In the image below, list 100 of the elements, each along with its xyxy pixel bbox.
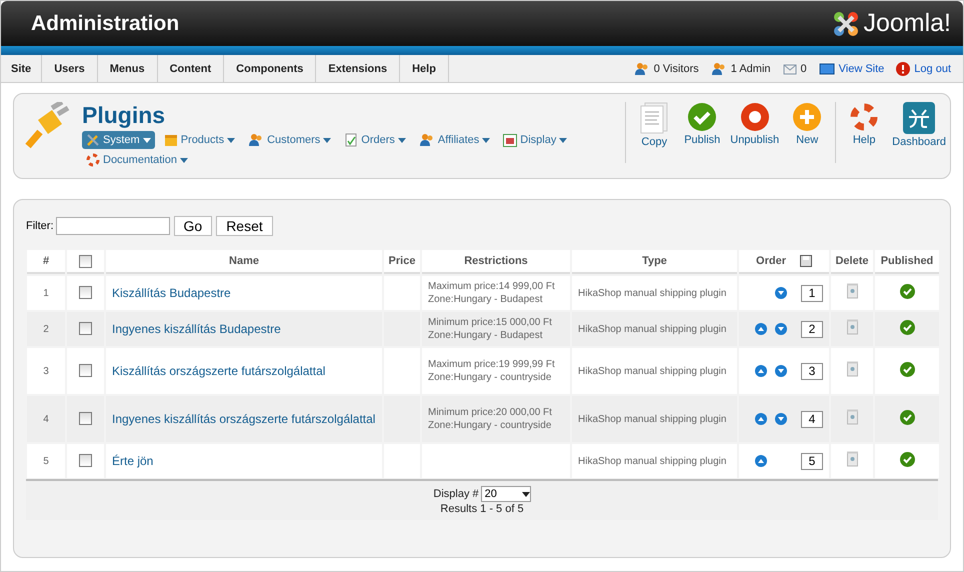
results-text: Results 1 - 5 of 5 <box>440 503 524 515</box>
checkbox[interactable] <box>79 454 92 468</box>
menu-item[interactable]: Components <box>224 55 316 82</box>
box-icon <box>164 133 178 147</box>
toolbar-button[interactable]: Dashboard <box>888 102 950 178</box>
order-field[interactable]: 5 <box>801 452 823 470</box>
status-link[interactable]: Log out <box>896 62 951 76</box>
submenu-item[interactable]: Affiliates <box>414 131 494 149</box>
table-cell-text: HikaShop manual shipping plugin <box>577 412 728 426</box>
column-header: Delete <box>831 250 873 274</box>
person-icon <box>710 62 727 76</box>
order-field[interactable]: 1 <box>801 284 823 302</box>
trash-icon[interactable] <box>846 361 858 377</box>
submenu-item[interactable]: System <box>82 131 155 149</box>
people-icon <box>418 133 435 147</box>
status-link[interactable]: View Site <box>818 62 884 74</box>
checkbox[interactable] <box>79 364 92 378</box>
table-cell-text: HikaShop manual shipping plugin <box>577 286 728 300</box>
plugin-link[interactable]: Kiszállítás Budapestre <box>112 286 376 300</box>
plugin-link[interactable]: Ingyenes kiszállítás Budapestre <box>112 322 376 336</box>
toolbar-button[interactable]: Publish <box>678 102 726 178</box>
check-icon[interactable] <box>900 320 914 334</box>
plugin-link[interactable]: Kiszállítás országszerte futárszolgálattal <box>112 364 376 378</box>
table-cell-text: 5 <box>42 454 50 468</box>
order-field[interactable]: 4 <box>801 410 823 428</box>
check-icon[interactable] <box>900 284 914 298</box>
status-link[interactable]: 1 Admin <box>710 62 771 76</box>
filter-label: Filter: <box>26 220 54 232</box>
submenu-item[interactable]: Orders <box>340 131 410 149</box>
column-header: # <box>27 250 65 274</box>
caret-icon <box>482 138 490 142</box>
documents-icon <box>639 102 670 134</box>
submenu-item[interactable]: Products <box>160 131 240 149</box>
menu-item[interactable]: Content <box>158 55 224 82</box>
display-select[interactable]: 20 <box>480 486 531 502</box>
plugin-link[interactable]: Ingyenes kiszállítás országszerte futárszolgálattal <box>112 412 376 426</box>
alert-icon <box>896 62 910 76</box>
plus-icon <box>792 102 822 132</box>
table-cell-text: 3 <box>42 364 50 378</box>
go-button[interactable]: Go <box>174 216 212 236</box>
submenu-item[interactable]: Customers <box>244 131 336 149</box>
order-field[interactable]: 2 <box>801 320 823 338</box>
toolbar-button[interactable]: Unpublish <box>726 102 784 178</box>
menu-item[interactable]: Site <box>1 55 42 82</box>
filter-field[interactable] <box>56 217 170 235</box>
table-cell-text: 1 <box>42 286 50 300</box>
status-link[interactable]: 0 <box>782 62 807 74</box>
checkbox[interactable] <box>79 254 92 268</box>
caret-icon <box>559 138 568 142</box>
column-header: Published <box>875 250 939 274</box>
caret-icon <box>522 492 530 496</box>
restrictions-text: Maximum price:14 999,00 Ft Zone:Hungary - Budapest <box>428 281 555 305</box>
check-icon[interactable] <box>900 452 914 466</box>
reset-button[interactable]: Reset <box>216 216 273 236</box>
check-icon[interactable] <box>900 410 914 424</box>
menu-item[interactable]: Extensions <box>316 55 400 82</box>
column-header: Name <box>106 250 382 274</box>
submenu-item[interactable]: Display <box>499 131 572 149</box>
logo-text: Joomla! <box>863 9 951 38</box>
lifebuoy-icon <box>849 102 880 132</box>
check-icon <box>687 102 718 132</box>
table-cell-text: HikaShop manual shipping plugin <box>577 322 728 336</box>
display-label: Display # <box>433 488 479 500</box>
dashboard-icon <box>903 102 936 134</box>
plugin-link[interactable]: Érte jön <box>112 454 376 468</box>
check-icon[interactable] <box>900 362 914 376</box>
menu-item[interactable]: Menus <box>98 55 158 82</box>
caret-icon <box>398 138 406 142</box>
restrictions-text: Minimum price:15 000,00 Ft Zone:Hungary - Budapest <box>428 317 552 341</box>
admin-title: Administration <box>31 12 180 36</box>
page-title: Plugins <box>82 102 166 129</box>
monitor-icon <box>818 62 835 74</box>
table-cell-text: 2 <box>42 322 50 336</box>
save-icon[interactable] <box>800 255 812 267</box>
toolbar-button[interactable]: New <box>783 102 832 178</box>
table-cell-text: 4 <box>42 412 50 426</box>
menu-item[interactable]: Help <box>400 55 449 82</box>
menu-item[interactable]: Users <box>42 55 98 82</box>
restrictions-text: Minimum price:20 000,00 Ft Zone:Hungary - countryside <box>428 407 552 431</box>
trash-icon[interactable] <box>846 283 858 299</box>
caret-icon <box>142 138 151 142</box>
submenu-item[interactable]: Documentation <box>82 151 192 169</box>
stop-icon <box>740 102 770 132</box>
logo-icon <box>832 10 860 38</box>
checkbox[interactable] <box>79 412 92 426</box>
order-field[interactable]: 3 <box>801 362 823 380</box>
trash-icon[interactable] <box>846 451 858 467</box>
column-header: Price <box>384 250 420 274</box>
checkbox[interactable] <box>79 286 92 300</box>
envelope-icon <box>782 62 797 74</box>
window-icon <box>503 134 518 146</box>
tools-icon <box>86 133 100 147</box>
column-header: Order <box>756 255 786 267</box>
table-cell-text: HikaShop manual shipping plugin <box>577 364 728 378</box>
status-link[interactable]: 0 Visitors <box>634 62 699 76</box>
checkbox[interactable] <box>79 322 92 336</box>
toolbar-button[interactable]: Help <box>840 102 888 178</box>
caret-icon <box>323 138 332 142</box>
caret-icon <box>227 138 236 142</box>
toolbar-button[interactable]: Copy <box>630 102 678 178</box>
